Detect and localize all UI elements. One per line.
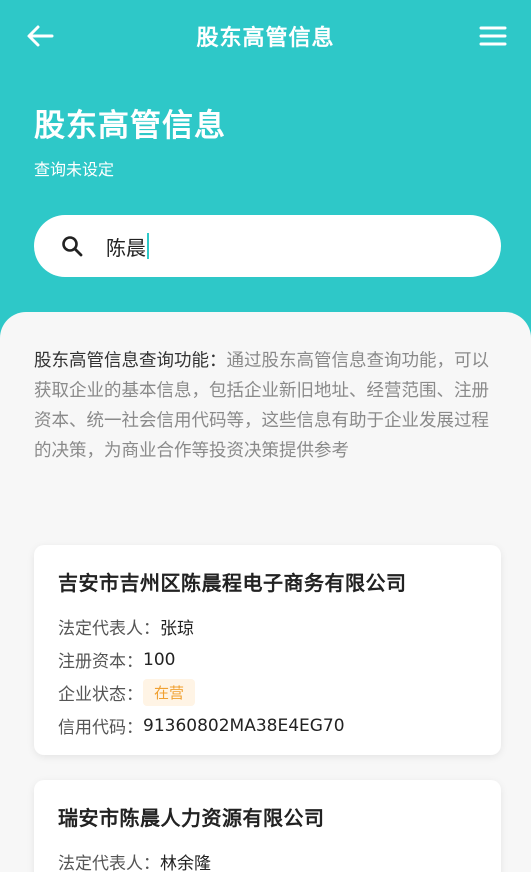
legal-rep-row: 法定代表人： 张琼: [58, 610, 477, 643]
company-name: 瑞安市陈晨人力资源有限公司: [58, 806, 325, 830]
credit-value: 91360802MA38E4EG70: [143, 715, 345, 736]
capital-value: 100: [143, 649, 176, 670]
arrow-left-icon: [27, 25, 54, 47]
description-label: 股东高管信息查询功能：: [34, 351, 227, 371]
result-card[interactable]: 吉安市吉州区陈晨程电子商务有限公司 法定代表人： 张琼 注册资本： 100 企业…: [34, 545, 501, 755]
header-title: 股东高管信息: [196, 26, 335, 51]
text-caret: [147, 233, 149, 259]
legal-rep-value: 林余隆: [160, 854, 211, 872]
legal-rep-label: 法定代表人：: [58, 619, 160, 639]
credit-label: 信用代码：: [58, 718, 143, 738]
status-label: 企业状态：: [58, 685, 143, 705]
search-input[interactable]: 陈晨: [106, 232, 149, 261]
search-bar[interactable]: 陈晨: [34, 215, 501, 277]
status-row: 企业状态： 在营: [58, 676, 477, 709]
legal-rep-row: 法定代表人： 林余隆: [58, 845, 477, 872]
search-value: 陈晨: [106, 235, 146, 260]
company-name: 吉安市吉州区陈晨程电子商务有限公司: [58, 571, 407, 595]
credit-row: 信用代码： 91360802MA38E4EG70: [58, 709, 477, 742]
capital-label: 注册资本：: [58, 652, 143, 672]
top-bar: 股东高管信息: [0, 0, 531, 72]
feature-description: 股东高管信息查询功能：通过股东高管信息查询功能，可以获取企业的基本信息，包括企业…: [34, 346, 500, 466]
back-button[interactable]: [22, 20, 58, 52]
page-subtitle: 查询未设定: [34, 160, 115, 179]
menu-button[interactable]: [475, 20, 511, 52]
legal-rep-value: 张琼: [160, 619, 194, 639]
capital-row: 注册资本： 100: [58, 643, 477, 676]
status-badge: 在营: [143, 679, 196, 706]
result-card[interactable]: 瑞安市陈晨人力资源有限公司 法定代表人： 林余隆: [34, 780, 501, 872]
menu-icon: [479, 26, 507, 46]
page-title: 股东高管信息: [34, 108, 226, 144]
legal-rep-label: 法定代表人：: [58, 854, 160, 872]
search-icon: [62, 236, 83, 257]
